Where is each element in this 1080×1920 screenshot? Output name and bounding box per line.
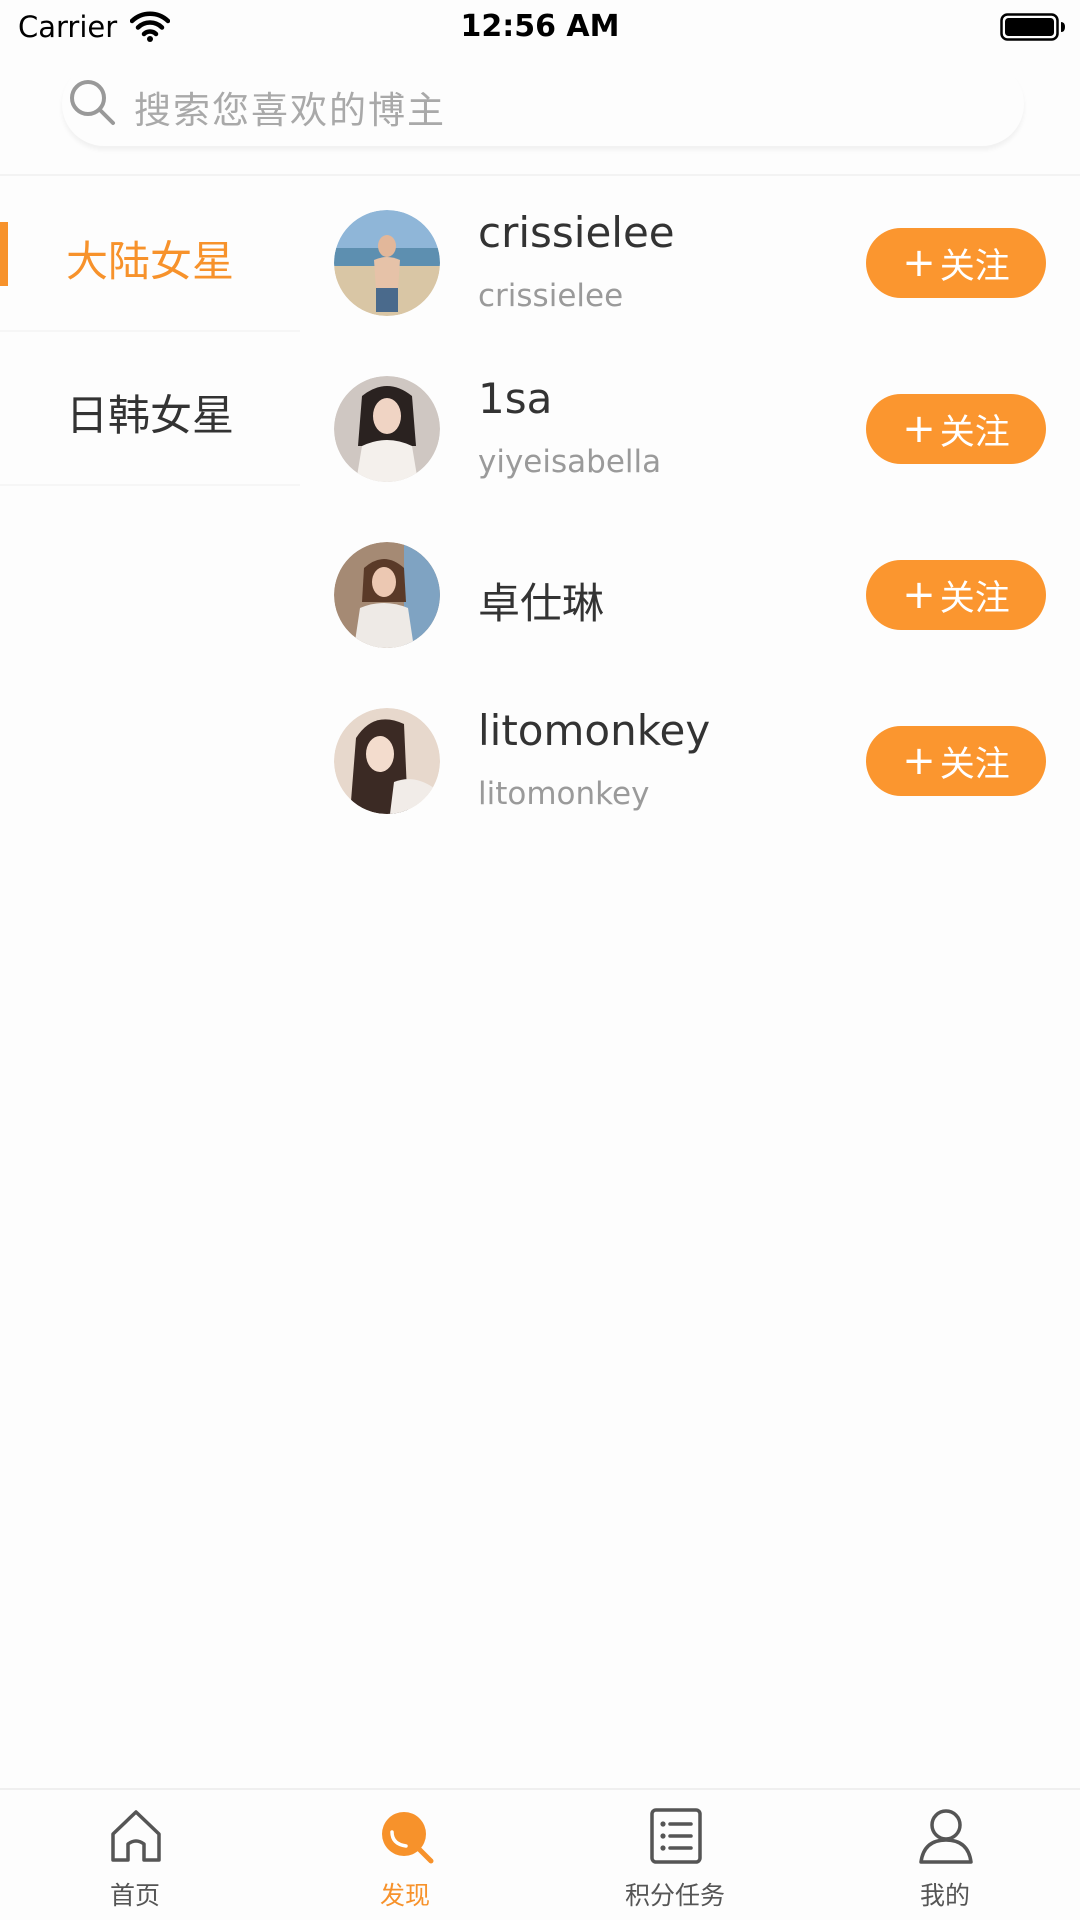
search-input[interactable]: 搜索您喜欢的博主 [62,62,1024,146]
list-item[interactable]: 卓仕琳 + 关注 [300,510,1080,676]
status-time: 12:56 AM [460,9,620,44]
search-placeholder: 搜索您喜欢的博主 [134,89,446,132]
follow-label: 关注 [939,412,1010,453]
sidebar-item-label: 大陆女星 [65,237,234,286]
tab-home[interactable]: 首页 [0,1790,270,1920]
plus-icon: + [902,572,936,618]
category-sidebar: 大陆女星 日韩女星 [0,178,300,1788]
follow-label: 关注 [939,246,1010,287]
profile-icon [919,1809,973,1864]
avatar [334,542,440,648]
tab-label: 我的 [919,1881,970,1910]
blogger-handle: yiyeisabella [478,444,662,480]
tab-bar: 首页 发现 积分任务 我的 [0,1788,1080,1920]
follow-button[interactable]: + 关注 [866,394,1046,464]
follow-button[interactable]: + 关注 [866,560,1046,630]
sidebar-item-jp-kr-actresses[interactable]: 日韩女星 [0,332,300,486]
plus-icon: + [902,406,936,452]
follow-button[interactable]: + 关注 [866,228,1046,298]
status-bar: Carrier 12:56 AM [0,0,1080,56]
blogger-list: crissielee crissielee + 关注 1sa yiyeisabe… [300,178,1080,842]
follow-label: 关注 [939,744,1010,785]
blogger-name: litomonkey [478,706,711,755]
list-item[interactable]: crissielee crissielee + 关注 [300,178,1080,344]
sidebar-item-label: 日韩女星 [65,391,234,440]
avatar [334,376,440,482]
avatar [334,708,440,814]
blogger-handle: crissielee [478,278,624,314]
tab-label: 首页 [109,1881,160,1910]
plus-icon: + [902,738,936,784]
discover-icon [382,1812,434,1864]
home-icon [111,1810,161,1862]
blogger-name: 卓仕琳 [478,579,605,628]
tab-label: 发现 [379,1881,430,1910]
tab-discover[interactable]: 发现 [270,1790,540,1920]
tab-profile[interactable]: 我的 [810,1790,1080,1920]
blogger-name: crissielee [478,208,675,257]
battery-icon [1000,13,1065,41]
follow-button[interactable]: + 关注 [866,726,1046,796]
list-item[interactable]: litomonkey litomonkey + 关注 [300,676,1080,842]
task-list-icon [650,1808,702,1864]
sidebar-item-mainland-actresses[interactable]: 大陆女星 [0,178,300,332]
tab-label: 积分任务 [624,1881,725,1910]
blogger-handle: litomonkey [478,776,650,812]
blogger-name: 1sa [478,374,553,423]
tab-points-tasks[interactable]: 积分任务 [540,1790,810,1920]
search-icon [70,80,115,125]
avatar [334,210,440,316]
discover-screen: Carrier 12:56 AM 搜索您喜欢的博主 大陆女星 日韩女星 cris… [0,0,1080,1920]
search-area: 搜索您喜欢的博主 [0,56,1080,176]
list-item[interactable]: 1sa yiyeisabella + 关注 [300,344,1080,510]
plus-icon: + [902,240,936,286]
follow-label: 关注 [939,578,1010,619]
